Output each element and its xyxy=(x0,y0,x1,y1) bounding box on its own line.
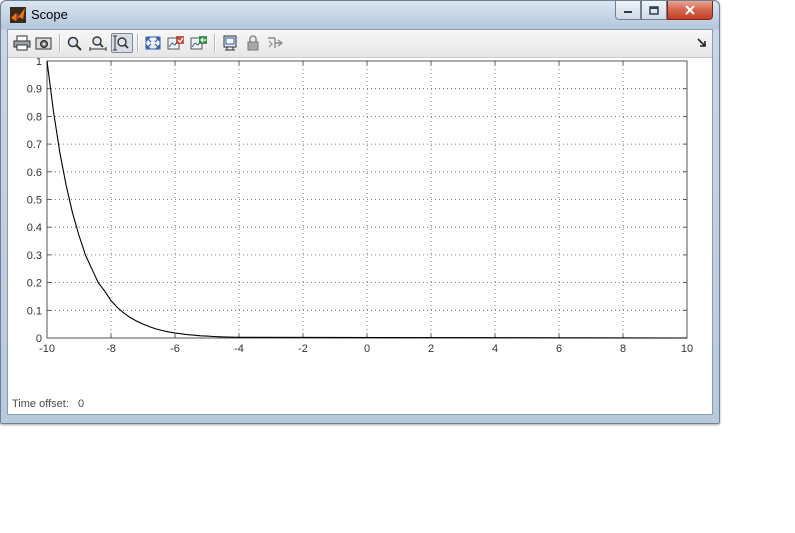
zoom-x-icon xyxy=(89,36,107,51)
y-tick-label: 0.3 xyxy=(27,250,42,262)
autoscale-button[interactable] xyxy=(142,33,164,53)
x-tick-label: 0 xyxy=(364,343,370,355)
y-tick-label: 0.8 xyxy=(27,111,42,123)
zoom-x-button[interactable] xyxy=(87,33,109,53)
y-tick-label: 0.2 xyxy=(27,278,42,290)
save-axes-button[interactable] xyxy=(165,33,187,53)
parameters-button[interactable] xyxy=(33,33,55,53)
maximize-button[interactable] xyxy=(641,1,667,20)
scope-content: -10 -8 -6 -4 -2 0 2 4 6 8 10 0 0.1 0.2 0.3 0.4 0.5 0.6 0.7… xyxy=(7,29,713,415)
print-button[interactable] xyxy=(11,33,33,53)
matlab-logo-icon xyxy=(10,7,26,23)
parameters-icon xyxy=(35,37,52,50)
floating-scope-button[interactable] xyxy=(219,33,241,53)
scope-window: Scope -10 -8 -6 -4 -2 0 2 4 6 8 10 0 0.1… xyxy=(0,0,720,424)
autoscale-icon xyxy=(145,36,161,50)
title-bar[interactable]: Scope xyxy=(1,1,719,29)
x-tick-label: 4 xyxy=(492,343,498,355)
signal-selection-button[interactable] xyxy=(265,33,287,53)
minimize-button[interactable] xyxy=(615,1,641,20)
zoom-button[interactable] xyxy=(64,33,86,53)
y-tick-label: 0 xyxy=(36,333,42,345)
toolbar xyxy=(8,30,712,58)
x-tick-label: -2 xyxy=(298,343,308,355)
save-axes-icon xyxy=(167,36,184,50)
maximize-icon xyxy=(649,5,659,15)
print-icon xyxy=(13,35,31,51)
zoom-icon xyxy=(67,36,82,51)
close-button[interactable] xyxy=(667,1,713,20)
x-tick-label: -6 xyxy=(170,343,180,355)
time-offset-label: Time offset: xyxy=(12,398,69,410)
toolbar-separator xyxy=(137,34,139,52)
restore-axes-button[interactable] xyxy=(188,33,210,53)
signal-selection-icon xyxy=(268,37,284,48)
lock-icon xyxy=(247,35,259,51)
y-tick-label: 0.5 xyxy=(27,195,42,207)
y-tick-label: 0.6 xyxy=(27,167,42,179)
zoom-y-icon xyxy=(113,35,129,51)
time-offset-value: 0 xyxy=(78,398,85,410)
y-tick-label: 1 xyxy=(36,58,42,68)
x-tick-label: 2 xyxy=(428,343,434,355)
plot-area: -10 -8 -6 -4 -2 0 2 4 6 8 10 0 0.1 0.2 0.3 0.4 0.5 0.6 0.7… xyxy=(8,56,712,414)
close-icon xyxy=(685,5,695,15)
caption-buttons xyxy=(615,1,713,21)
toolbar-separator xyxy=(59,34,61,52)
x-tick-label: 6 xyxy=(556,343,562,355)
toolbar-separator xyxy=(214,34,216,52)
x-tick-label: -4 xyxy=(234,343,244,355)
y-tick-label: 0.9 xyxy=(27,84,42,96)
floating-scope-icon xyxy=(223,35,237,51)
scope-plot[interactable]: -10 -8 -6 -4 -2 0 2 4 6 8 1000.10.20.30.40.50.60.7… xyxy=(8,56,712,398)
y-tick-label: 0.7 xyxy=(27,139,42,151)
restore-axes-icon xyxy=(190,36,207,50)
window-title: Scope xyxy=(31,7,68,22)
y-tick-label: 0.4 xyxy=(27,222,42,234)
minimize-icon xyxy=(624,11,632,13)
dock-arrow-icon[interactable] xyxy=(696,37,708,49)
lock-axes-button[interactable] xyxy=(242,33,264,53)
x-tick-label: 10 xyxy=(681,343,693,355)
y-tick-label: 0.1 xyxy=(27,305,42,317)
zoom-y-button[interactable] xyxy=(111,33,133,53)
x-tick-label: -8 xyxy=(106,343,116,355)
x-tick-label: 8 xyxy=(620,343,626,355)
